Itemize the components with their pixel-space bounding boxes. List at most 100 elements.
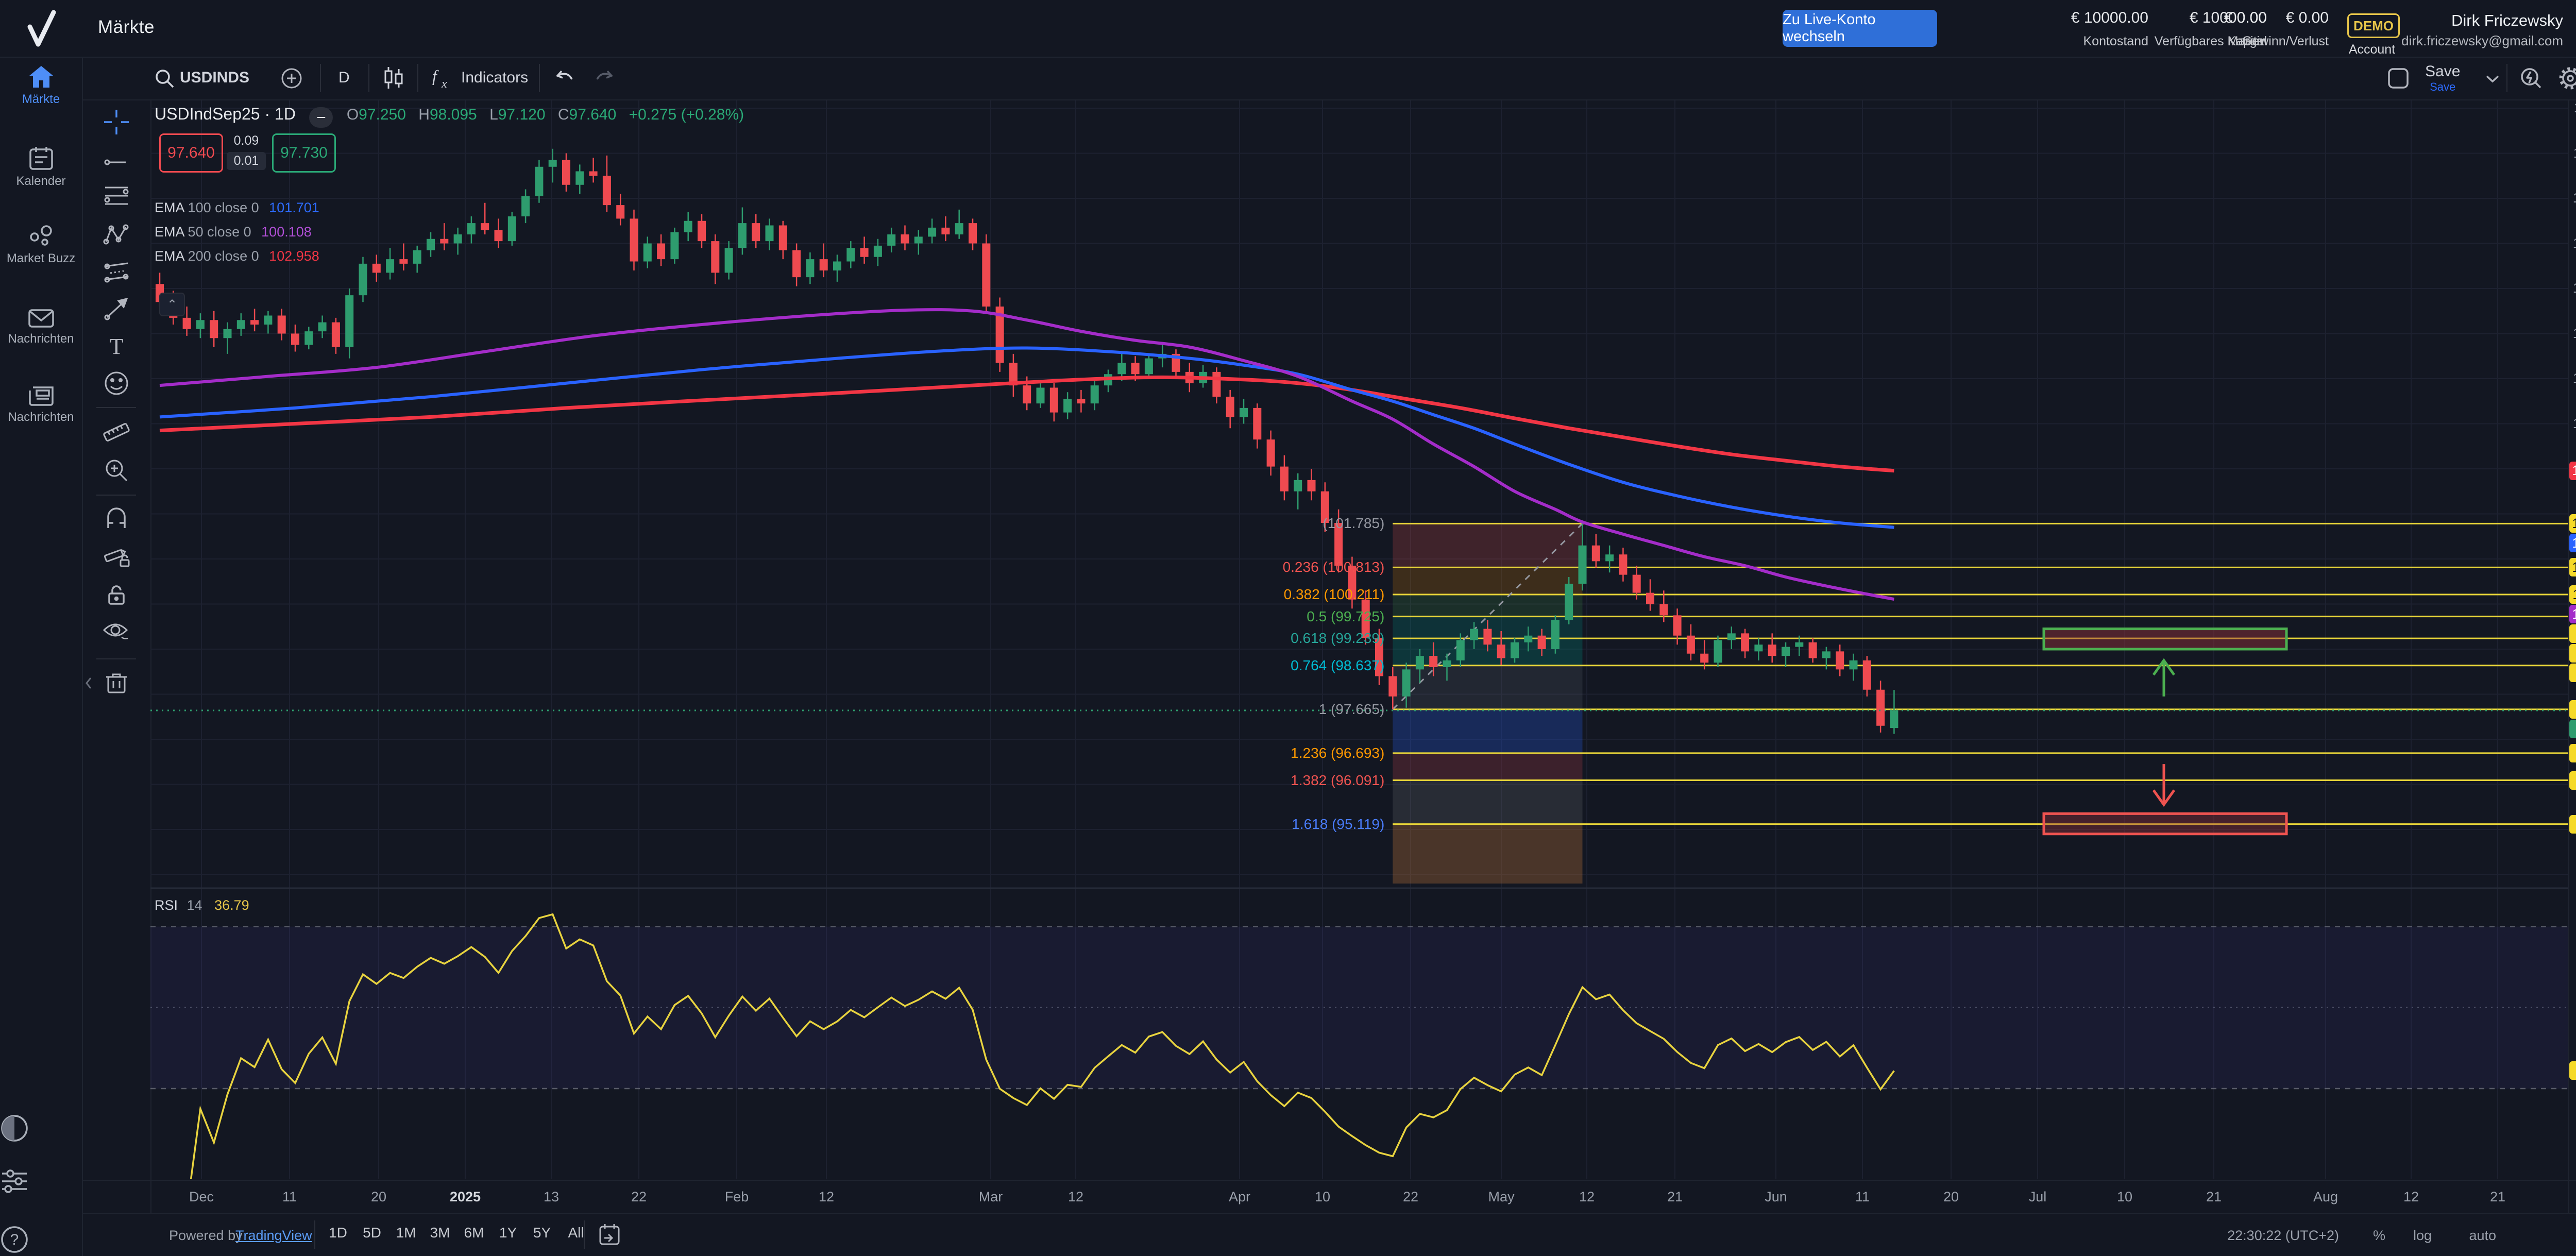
- tradingview-eye-icon[interactable]: [2574, 1184, 2576, 1210]
- chart-toolbar: USDINDS D fx Indicators Save Save: [82, 57, 2576, 99]
- measure-tool-icon[interactable]: [102, 418, 131, 447]
- undo-icon[interactable]: [553, 68, 577, 89]
- toolbar-collapse-handle[interactable]: [83, 675, 94, 691]
- toolbar-divider: [2506, 64, 2507, 92]
- range-button-5d[interactable]: 5D: [363, 1225, 381, 1241]
- sidebar-item-nachrichten-news[interactable]: Nachrichten: [0, 384, 82, 425]
- rsi-value-badge: 36.79: [2569, 1061, 2576, 1080]
- log-scale-toggle[interactable]: log: [2413, 1228, 2432, 1244]
- range-button-1d[interactable]: 1D: [329, 1225, 347, 1241]
- time-label: 13: [544, 1189, 559, 1205]
- user-email: dirk.friczewsky@gmail.com: [2401, 33, 2563, 49]
- sell-button[interactable]: 97.640: [159, 133, 223, 173]
- price-tick: 106.000: [2568, 326, 2576, 342]
- drawing-mode-lock-icon[interactable]: [102, 542, 131, 569]
- sidebar-item-nachrichten-mail[interactable]: Nachrichten: [0, 308, 82, 346]
- time-label: Apr: [1229, 1189, 1250, 1205]
- interval-button[interactable]: D: [338, 69, 350, 87]
- legend-collapse-button[interactable]: ⌃: [159, 293, 185, 316]
- price-tick: 105.000: [2568, 370, 2576, 386]
- price-badge: 97.640: [2569, 720, 2576, 738]
- zoom-in-tool-icon[interactable]: [103, 457, 130, 484]
- bubbles-icon: [28, 225, 55, 248]
- price-scale[interactable]: 111.000110.000109.000108.000107.000106.0…: [2568, 99, 2576, 1213]
- redo-icon[interactable]: [592, 68, 616, 89]
- fib-level-label: 1.382 (96.091): [1291, 772, 1384, 789]
- profit-loss: € 0.00Gewinn/Verlust: [2231, 9, 2329, 49]
- hide-all-icon[interactable]: [102, 618, 131, 644]
- legend-visibility-toggle[interactable]: –: [309, 107, 333, 128]
- rsi-tick: 20.00: [2568, 1121, 2576, 1137]
- sidebar-item-label: Nachrichten: [0, 410, 82, 425]
- chevron-down-icon[interactable]: [2484, 73, 2501, 84]
- time-label: Feb: [725, 1189, 749, 1205]
- time-label: 2025: [450, 1189, 481, 1205]
- indicators-fx-icon[interactable]: fx: [430, 66, 456, 91]
- price-chart[interactable]: [150, 99, 2568, 1213]
- search-icon[interactable]: [154, 68, 175, 89]
- ema-50-line: [160, 310, 1894, 599]
- price-badge: 95.119: [2569, 815, 2576, 834]
- buy-button[interactable]: 97.730: [272, 133, 336, 173]
- indicators-button[interactable]: Indicators: [461, 69, 528, 87]
- price-tick: 110.000: [2568, 145, 2576, 161]
- range-button-1m[interactable]: 1M: [396, 1225, 416, 1241]
- settings-sliders[interactable]: [0, 1168, 82, 1194]
- emoji-tool-icon[interactable]: [103, 370, 130, 397]
- magnet-tool-icon[interactable]: [103, 505, 130, 532]
- zone-rectangle: [2044, 629, 2286, 649]
- channel-tool-icon[interactable]: [103, 258, 130, 285]
- goto-date-icon[interactable]: [597, 1223, 622, 1247]
- time-label: 10: [1315, 1189, 1330, 1205]
- theme-toggle[interactable]: [0, 1114, 82, 1143]
- range-button-5y[interactable]: 5Y: [533, 1225, 551, 1241]
- trash-icon[interactable]: [103, 670, 130, 697]
- clock[interactable]: 22:30:22 (UTC+2): [2227, 1228, 2339, 1244]
- price-tick: 94.000: [2568, 867, 2576, 882]
- ema-200-legend: EMA 200 close 0 102.958: [155, 248, 319, 264]
- sidebar-item-maerkte[interactable]: Märkte: [0, 64, 82, 107]
- text-tool-icon[interactable]: T: [103, 333, 130, 360]
- fib-retracement-tool-icon[interactable]: [103, 182, 130, 209]
- price-badge: 100.108: [2569, 605, 2576, 623]
- pattern-tool-icon[interactable]: [103, 221, 130, 248]
- range-button-6m[interactable]: 6M: [464, 1225, 484, 1241]
- time-label: 12: [1579, 1189, 1595, 1205]
- time-label: Aug: [2313, 1189, 2338, 1205]
- layout-icon[interactable]: [2386, 66, 2411, 91]
- help-button[interactable]: ?: [0, 1225, 82, 1254]
- zone-rectangle: [2044, 813, 2286, 834]
- toolbar-separator: [96, 495, 136, 496]
- toolbar-divider: [417, 64, 418, 92]
- range-button-all[interactable]: All: [568, 1225, 584, 1241]
- auto-scale-toggle[interactable]: auto: [2469, 1228, 2496, 1244]
- demo-account-label: Account: [2347, 42, 2397, 57]
- question-icon: ?: [0, 1225, 29, 1254]
- range-button-3m[interactable]: 3M: [430, 1225, 450, 1241]
- sidebar-item-label: Märkte: [0, 92, 82, 107]
- percent-scale-toggle[interactable]: %: [2373, 1228, 2385, 1244]
- add-symbol-icon[interactable]: [280, 67, 303, 90]
- time-label: 21: [2206, 1189, 2222, 1205]
- lock-all-icon[interactable]: [103, 581, 130, 608]
- candle-style-icon[interactable]: [382, 66, 405, 91]
- toolbar-divider: [320, 64, 321, 92]
- sidebar-item-market-buzz[interactable]: Market Buzz: [0, 225, 82, 266]
- quick-search-icon[interactable]: [2519, 66, 2544, 91]
- symbol-search[interactable]: USDINDS: [180, 69, 249, 87]
- gear-icon[interactable]: [2558, 66, 2576, 91]
- trading-platform: Märkte Zu Live-Konto wechseln € 10000.00…: [0, 0, 2576, 1256]
- crosshair-tool-icon[interactable]: [103, 109, 130, 135]
- price-tick: 108.000: [2568, 235, 2576, 251]
- sidebar-item-kalender[interactable]: Kalender: [0, 145, 82, 189]
- switch-to-live-button[interactable]: Zu Live-Konto wechseln: [1783, 10, 1937, 47]
- save-button[interactable]: Save Save: [2425, 63, 2460, 94]
- time-axis[interactable]: Dec112020251322Feb12Mar12Apr1022May1221J…: [82, 1180, 2576, 1213]
- tradingview-link[interactable]: TradingView: [235, 1228, 312, 1244]
- time-label: 22: [1403, 1189, 1418, 1205]
- trendline-tool-icon[interactable]: [103, 149, 130, 176]
- range-button-1y[interactable]: 1Y: [499, 1225, 517, 1241]
- arrow-tool-icon[interactable]: [103, 295, 130, 321]
- spread-high: 0.09: [227, 133, 266, 148]
- time-label: 21: [2490, 1189, 2505, 1205]
